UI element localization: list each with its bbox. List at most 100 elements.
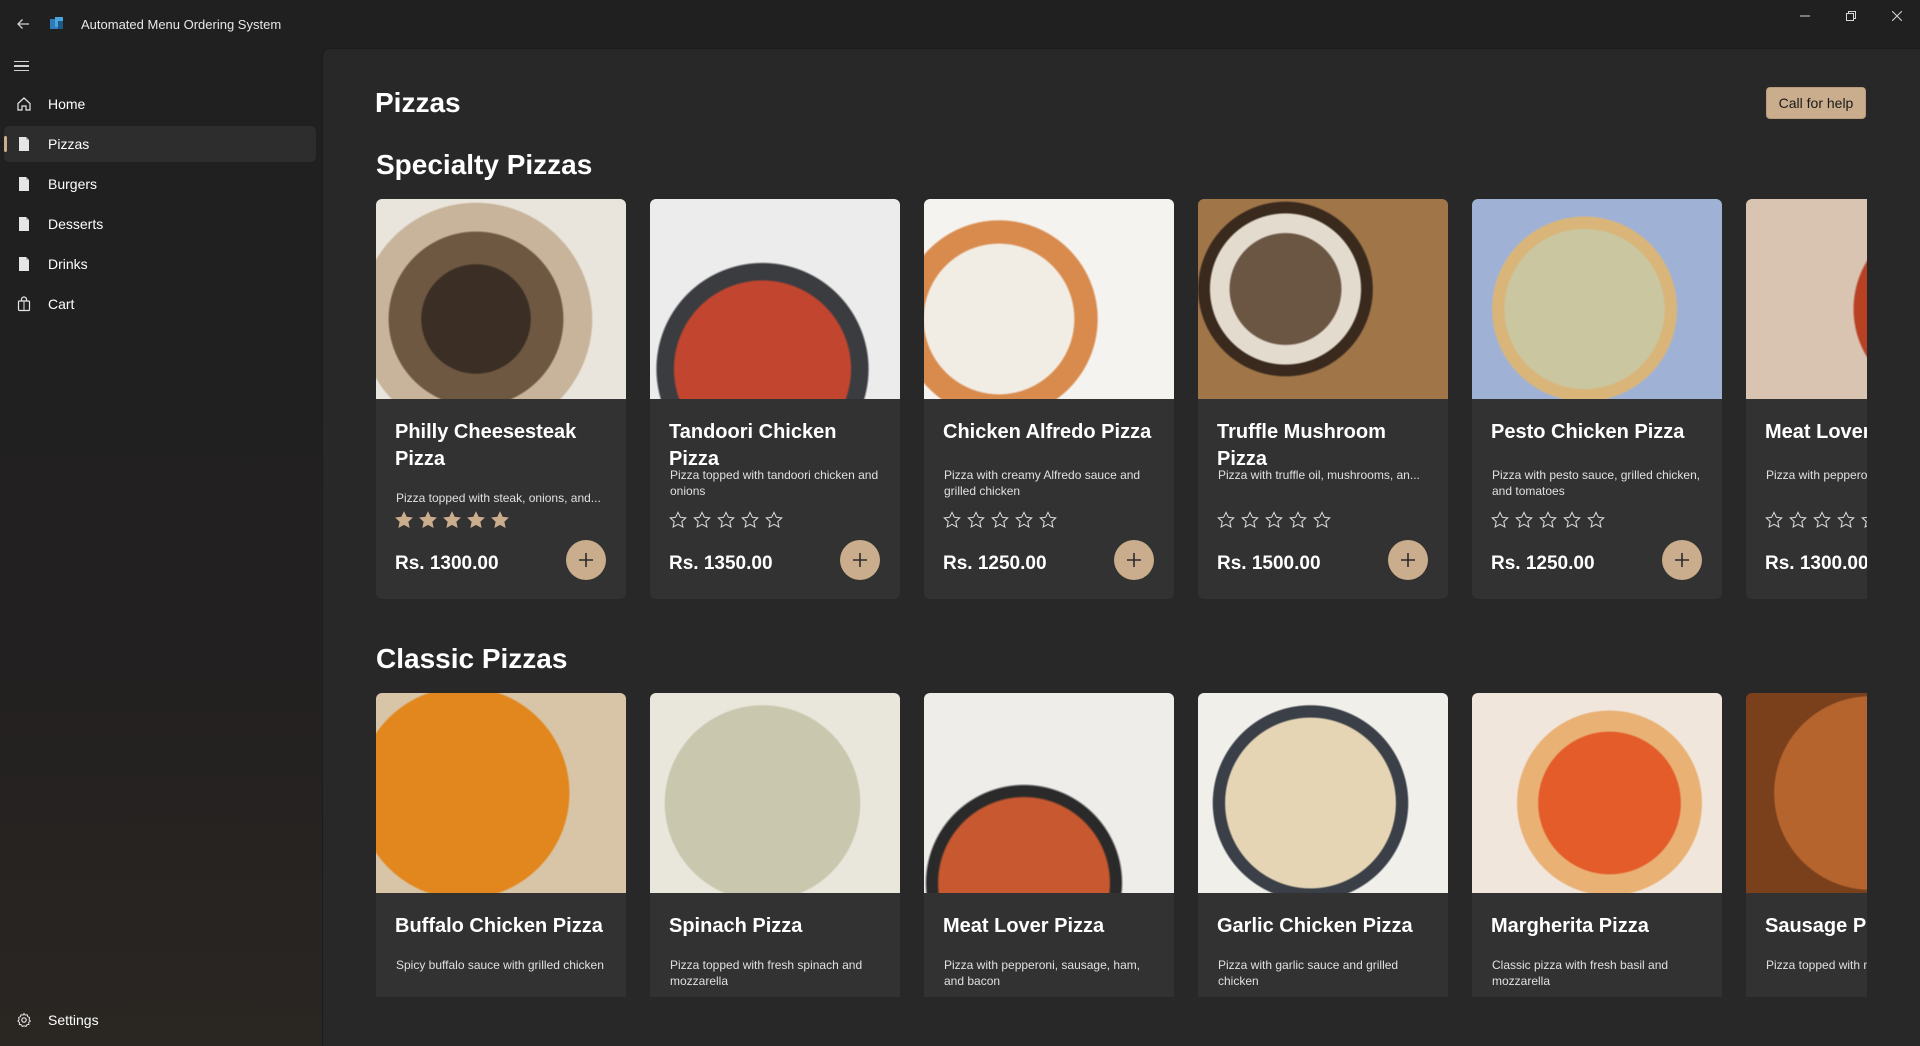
pizza-name: Sausage Pi (1765, 915, 1867, 937)
plus-icon (1675, 553, 1689, 567)
star-outline-icon[interactable] (1813, 511, 1831, 534)
pizza-card[interactable]: Truffle Mushroom Pizza Pizza with truffle… (1198, 199, 1448, 599)
pizza-image (650, 199, 900, 399)
star-outline-icon[interactable] (1837, 511, 1855, 534)
minimize-icon[interactable] (1782, 0, 1828, 32)
pizza-description: Pizza topped with fresh spinach and mozz… (670, 958, 863, 988)
pizza-name: Truffle Mushroom Pizza (1217, 421, 1386, 470)
add-to-cart-button[interactable] (1662, 540, 1702, 580)
pizza-description: Spicy buffalo sauce with grilled chicken (396, 958, 604, 972)
star-filled-icon[interactable] (419, 511, 437, 534)
pizza-image (650, 693, 900, 893)
star-filled-icon[interactable] (395, 511, 413, 534)
star-outline-icon[interactable] (1039, 511, 1057, 534)
star-outline-icon[interactable] (1289, 511, 1307, 534)
add-to-cart-button[interactable] (1114, 540, 1154, 580)
star-outline-icon[interactable] (1515, 511, 1533, 534)
rating-stars[interactable] (1217, 511, 1331, 534)
star-filled-icon[interactable] (467, 511, 485, 534)
navigation-pane: Home Pizzas Burgers Desserts Drinks Cart… (0, 48, 322, 1046)
star-outline-icon[interactable] (967, 511, 985, 534)
star-outline-icon[interactable] (1217, 511, 1235, 534)
pizza-name: Chicken Alfredo Pizza (943, 421, 1152, 443)
sidebar-item-drinks[interactable]: Drinks (4, 246, 316, 282)
rating-stars[interactable] (395, 511, 509, 534)
call-for-help-button[interactable]: Call for help (1766, 87, 1866, 119)
sidebar-item-settings[interactable]: Settings (4, 1002, 316, 1038)
star-outline-icon[interactable] (1539, 511, 1557, 534)
pizza-image (924, 199, 1174, 399)
pizza-card[interactable]: Pesto Chicken Pizza Pizza with pesto sauc… (1472, 199, 1722, 599)
add-to-cart-button[interactable] (840, 540, 880, 580)
close-icon[interactable] (1874, 0, 1920, 32)
sidebar-item-label: Cart (48, 296, 75, 312)
pizza-description: Pizza with creamy Alfredo sauce and gril… (944, 468, 1141, 498)
pizza-description: Pizza with pepperoni, bacon (1766, 468, 1867, 482)
star-outline-icon[interactable] (1313, 511, 1331, 534)
star-outline-icon[interactable] (1265, 511, 1283, 534)
rating-stars[interactable] (1491, 511, 1605, 534)
sidebar-item-label: Drinks (48, 256, 88, 272)
star-outline-icon[interactable] (717, 511, 735, 534)
star-outline-icon[interactable] (669, 511, 687, 534)
pizza-card[interactable]: Meat Lover Pizza with pepperoni, bacon Rs.… (1746, 199, 1867, 599)
pizza-name: Margherita Pizza (1491, 915, 1649, 937)
sidebar-item-label: Pizzas (48, 136, 90, 152)
pizza-card[interactable]: Sausage Pi Pizza topped with mozzarella (1746, 693, 1867, 997)
pizza-card[interactable]: Garlic Chicken Pizza Pizza with garlic sa… (1198, 693, 1448, 997)
add-to-cart-button[interactable] (1388, 540, 1428, 580)
pizza-description: Pizza with pesto sauce, grilled chicken,… (1492, 468, 1701, 498)
pizza-card[interactable]: Margherita Pizza Classic pizza with fresh… (1472, 693, 1722, 997)
star-outline-icon[interactable] (1765, 511, 1783, 534)
pizza-name: Pesto Chicken Pizza (1491, 421, 1685, 443)
restore-icon[interactable] (1828, 0, 1874, 32)
sidebar-item-home[interactable]: Home (4, 86, 316, 122)
specialty-pizzas-row: Philly Cheesesteak Pizza Pizza topped wit… (376, 199, 1867, 599)
rating-stars[interactable] (943, 511, 1057, 534)
pizza-card[interactable]: Tandoori Chicken Pizza Pizza topped with … (650, 199, 900, 599)
pizza-image (1472, 199, 1722, 399)
star-outline-icon[interactable] (1241, 511, 1259, 534)
document-icon (16, 216, 32, 232)
pizza-name: Tandoori Chicken Pizza (669, 421, 837, 470)
star-outline-icon[interactable] (1015, 511, 1033, 534)
star-outline-icon[interactable] (765, 511, 783, 534)
star-filled-icon[interactable] (491, 511, 509, 534)
star-outline-icon[interactable] (943, 511, 961, 534)
pizza-description: Pizza topped with mozzarella (1766, 958, 1867, 972)
document-icon (16, 176, 32, 192)
pizza-image (376, 199, 626, 399)
pizza-card[interactable]: Spinach Pizza Pizza topped with fresh spi… (650, 693, 900, 997)
hamburger-menu-icon[interactable] (14, 56, 34, 76)
document-icon (16, 136, 32, 152)
pizza-card[interactable]: Buffalo Chicken Pizza Spicy buffalo sauce… (376, 693, 626, 997)
star-outline-icon[interactable] (1789, 511, 1807, 534)
classic-pizzas-row: Buffalo Chicken Pizza Spicy buffalo sauce… (376, 693, 1867, 997)
pizza-image (1472, 693, 1722, 893)
star-outline-icon[interactable] (1491, 511, 1509, 534)
plus-icon (579, 553, 593, 567)
rating-stars[interactable] (669, 511, 783, 534)
pizza-card[interactable]: Meat Lover Pizza Pizza with pepperoni, sa… (924, 693, 1174, 997)
star-outline-icon[interactable] (1587, 511, 1605, 534)
sidebar-item-pizzas[interactable]: Pizzas (4, 126, 316, 162)
pizza-name: Buffalo Chicken Pizza (395, 915, 603, 937)
pizza-card[interactable]: Chicken Alfredo Pizza Pizza with creamy A… (924, 199, 1174, 599)
rating-stars[interactable] (1765, 511, 1867, 534)
pizza-card[interactable]: Philly Cheesesteak Pizza Pizza topped wit… (376, 199, 626, 599)
pizza-description: Pizza topped with steak, onions, and... (396, 491, 601, 505)
star-outline-icon[interactable] (1563, 511, 1581, 534)
star-outline-icon[interactable] (1861, 511, 1867, 534)
pizza-name: Garlic Chicken Pizza (1217, 915, 1413, 937)
star-outline-icon[interactable] (693, 511, 711, 534)
back-arrow-icon[interactable] (11, 12, 35, 36)
sidebar-item-burgers[interactable]: Burgers (4, 166, 316, 202)
pizza-description: Classic pizza with fresh basil and mozza… (1492, 958, 1669, 988)
sidebar-item-cart[interactable]: Cart (4, 286, 316, 322)
sidebar-item-desserts[interactable]: Desserts (4, 206, 316, 242)
star-outline-icon[interactable] (741, 511, 759, 534)
add-to-cart-button[interactable] (566, 540, 606, 580)
pizza-image (1746, 693, 1867, 893)
star-outline-icon[interactable] (991, 511, 1009, 534)
star-filled-icon[interactable] (443, 511, 461, 534)
